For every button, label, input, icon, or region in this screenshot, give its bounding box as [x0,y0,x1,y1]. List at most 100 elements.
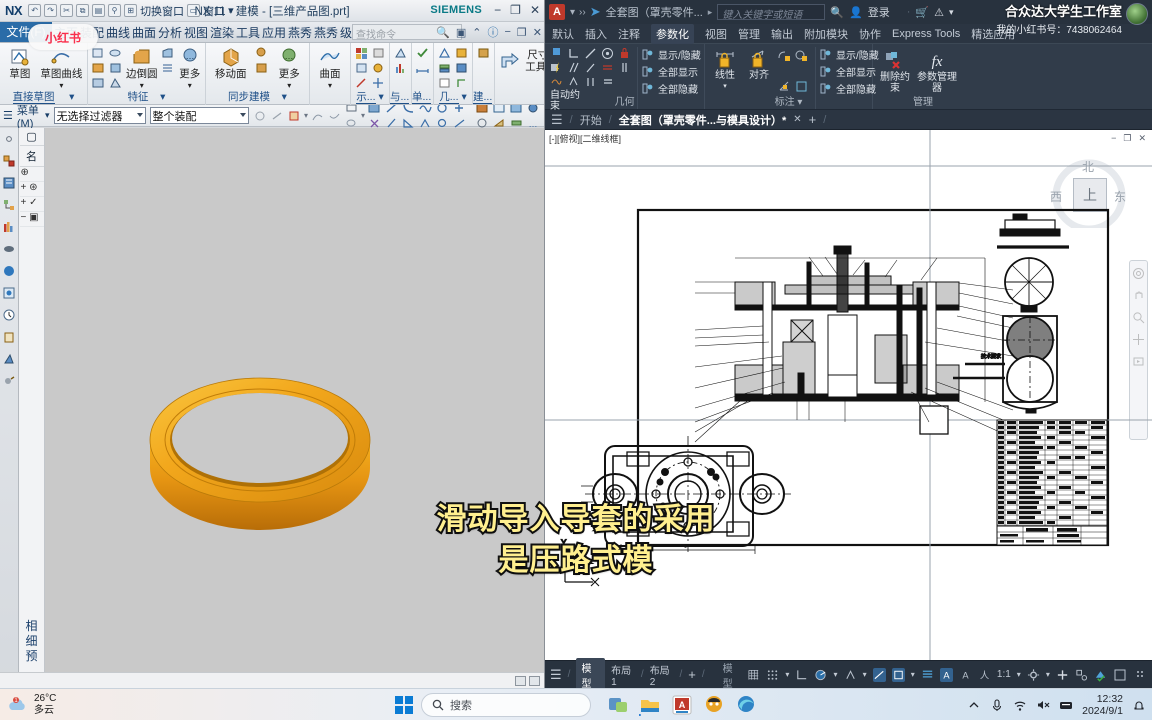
copy-icon[interactable]: ⧉ [76,4,90,17]
nx-tab-surface[interactable]: 曲面 [130,22,156,42]
reuse-icon[interactable] [393,46,408,60]
midpoint-icon[interactable] [327,109,342,123]
resource-panel-icon[interactable]: ▢ [19,128,44,146]
close-button[interactable]: ✕ [530,2,540,18]
dim-show-hide-row[interactable]: 显示/隐藏 [820,47,879,62]
file-explorer-icon[interactable] [639,694,661,716]
lineweight-icon[interactable] [921,668,934,682]
measure-icon[interactable] [415,61,430,75]
window-icon[interactable]: ▭ [187,4,201,17]
bar-chart-icon[interactable] [393,61,408,75]
geometry-icons[interactable] [437,46,469,90]
show-section-icon[interactable] [354,76,369,90]
smooth-constraint-icon[interactable] [550,75,563,88]
clock-icon[interactable] [2,308,16,322]
polar-tracking-icon[interactable] [814,668,827,682]
cart-icon[interactable]: 🛒 [915,6,929,19]
chevron-up-icon[interactable] [967,698,981,712]
role-icon[interactable] [2,330,16,344]
chevron-down-icon[interactable] [136,113,143,117]
shell-icon[interactable] [108,61,123,75]
snap-point-icon[interactable] [287,109,302,123]
info-icon[interactable]: ⓘ [487,24,498,40]
layout-tab-1[interactable]: 布局1 [611,662,635,688]
gc-toolbox-label[interactable]: 尺寸快速格式化工具 - GC工具箱 [524,49,544,73]
view-style-icons[interactable]: … [475,101,541,130]
status-icon-2[interactable] [529,675,540,686]
help-icon[interactable]: ⚠ [934,6,944,19]
doc-tab-active[interactable]: 全套图（罩壳零件...与模具设计）* [619,112,786,128]
minimize-button[interactable]: − [494,2,501,18]
check-geometry-icon[interactable] [415,46,430,60]
drawing-sheet[interactable]: ▪ 技术要求 Y [545,130,1152,660]
polar-dropdown-icon[interactable]: ▾ [834,670,838,679]
nx-tab-tools[interactable]: 工具 [234,22,260,42]
autocad-icon[interactable]: A [671,694,693,716]
endpoint-icon[interactable] [310,109,325,123]
hide-icon[interactable] [371,46,386,60]
layout-tab-2[interactable]: 布局2 [650,662,674,688]
perpendicular-constraint-icon[interactable] [567,47,580,60]
nx-tab-analysis[interactable]: 分析 [156,22,182,42]
notification-icon[interactable] [1132,698,1146,712]
feature-small-icons[interactable] [91,46,124,90]
isolate-objects-icon[interactable] [1075,668,1088,682]
surface-dropdown-icon[interactable]: ▾ [328,80,332,91]
chamfer-icon[interactable] [160,46,175,60]
selection-toolbar-icons[interactable]: ▾ ▾ … [253,101,541,130]
invert-show-icon[interactable] [371,61,386,75]
tree-item[interactable]: + ✓ [19,197,44,212]
build-icons[interactable] [476,46,491,60]
with-icons[interactable] [393,46,408,75]
status-icon-1[interactable] [515,675,526,686]
doc-tab-close-icon[interactable]: ✕ [793,114,801,125]
doc-minimize-button[interactable]: − [504,26,510,38]
menu-browser-icon[interactable]: ☰ [551,112,563,128]
dim-show-all-row[interactable]: 全部显示 [820,64,879,79]
coincident-constraint-icon[interactable] [550,47,563,60]
autoscale-icon[interactable]: 人 [978,668,991,682]
linear-dropdown-icon[interactable]: ▾ [723,81,727,92]
snap-icon[interactable] [766,668,779,682]
angular-constraint-icon[interactable] [778,80,791,93]
more-qat-icon[interactable]: ›› [579,7,586,18]
browser-icon[interactable] [703,694,725,716]
autocad-search-input[interactable]: 键入关键字或短语 [717,4,826,21]
scale-dropdown-icon[interactable]: ▾ [1017,670,1021,679]
ribbon-tab-collaborate[interactable]: 协作 [859,26,881,42]
equal-constraint-icon[interactable] [584,75,597,88]
show-hide-icon[interactable] [354,46,369,60]
taskbar-app-icons[interactable]: A [607,694,757,716]
nx-tab-render[interactable]: 渲染 [208,22,234,42]
draft-icon[interactable] [108,76,123,90]
sync-more-button[interactable]: … 更多 ▾ [272,46,306,91]
undo-icon[interactable]: ↶ [28,4,42,17]
rect-dropdown-icon[interactable]: ▾ [361,111,365,120]
annotation-visibility-icon[interactable]: A [959,668,972,682]
annotation-scale-value[interactable]: 1:1 [997,669,1011,680]
nx-tab-view[interactable]: 视图 [182,22,208,42]
nx-viewport[interactable]: Z Y X 录制工具 KK录像机 [45,128,544,688]
user-account-icon[interactable]: 👤 [849,6,863,19]
view-orient-icons[interactable] [367,101,467,130]
workspace-gear-icon[interactable] [1027,668,1040,682]
face-select-icon[interactable] [253,109,268,123]
tangent-constraint-icon[interactable] [584,47,597,60]
feature-more-button[interactable]: … 更多 ▾ [178,46,202,91]
nx-quick-access-toolbar[interactable]: ↶ ↷ ✂ ⧉ ▤ ⚲ ⊞ 切换窗口 ▭ 窗口 ▾ [26,3,234,19]
ribbon-tab-manage[interactable]: 管理 [738,26,760,42]
show-hide-row[interactable]: 显示/隐藏 [642,47,701,62]
assembly-navigator-icon[interactable] [2,154,16,168]
ucs-dropdown-icon[interactable]: ▾ [911,670,915,679]
doc-dropdown-icon[interactable]: ▸ [708,7,713,18]
autocad-quick-access-toolbar[interactable]: ▾ ›› ➤ [570,4,601,20]
resource-panel-footer[interactable]: 相 细 预 [25,619,37,664]
sync-small-icons[interactable] [254,46,270,75]
sketch-button[interactable]: 草图 [3,46,37,80]
show-all-row[interactable]: 全部显示 [642,64,701,79]
pull-face-icon[interactable] [254,46,269,60]
cut-icon[interactable]: ✂ [60,4,74,17]
clean-screen-icon[interactable] [1113,668,1127,682]
status-menu-expand-icon[interactable] [1133,668,1147,682]
doc-tab-add-button[interactable]: + [809,112,817,127]
